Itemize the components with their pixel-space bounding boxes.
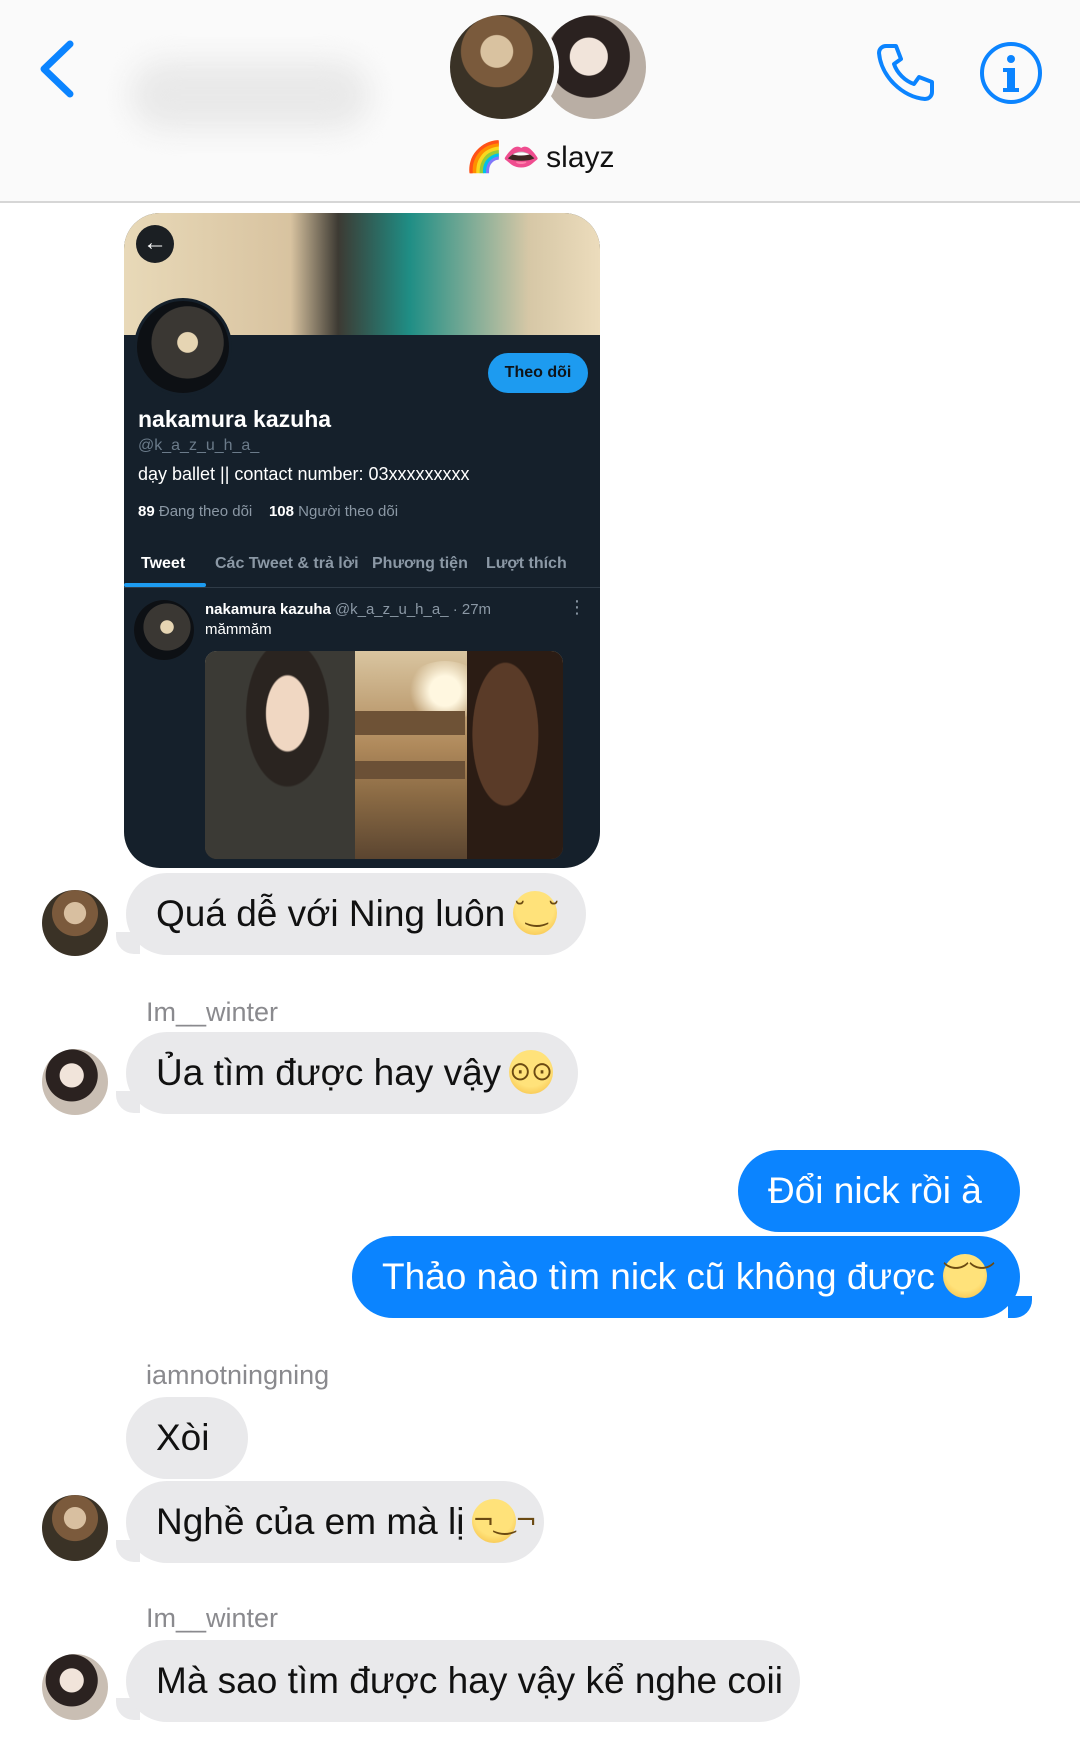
tab-tweet: Tweet [141, 555, 186, 572]
profile-avatar [134, 298, 232, 396]
member-avatar-ning [445, 10, 559, 124]
following-label: Đang theo dõi [158, 503, 253, 520]
shared-image-twitter-profile[interactable]: ← Theo dõi nakamura kazuha @k_a_z_u_h_a_… [124, 213, 600, 868]
avatar[interactable] [42, 1049, 108, 1115]
tab-media: Phương tiện [372, 555, 468, 572]
message-text: Ủa tìm được hay vậy [156, 1052, 502, 1093]
tweet-author: nakamura kazuha [205, 601, 331, 618]
tab-underline [124, 583, 206, 587]
followers-count: 108 [268, 503, 294, 520]
message-bubble[interactable]: Nghề của em mà lị ¬‿¬ [126, 1481, 544, 1563]
avatar[interactable] [42, 890, 108, 956]
profile-handle: @k_a_z_u_h_a_ [138, 437, 260, 454]
info-button[interactable] [978, 40, 1044, 106]
message-text: Thảo nào tìm nick cũ không được [382, 1256, 935, 1297]
message-bubble[interactable]: Xòi [126, 1397, 248, 1479]
profile-name: nakamura kazuha [138, 406, 332, 432]
avatar[interactable] [42, 1654, 108, 1720]
group-title[interactable]: 🌈👄 slayz [0, 140, 1080, 175]
group-name: slayz [546, 141, 615, 174]
photo-horse [467, 651, 563, 859]
profile-tabs: Tweet Các Tweet & trả lời Phương tiện Lư… [124, 543, 600, 588]
following-count: 89 [138, 503, 155, 520]
tweet-avatar [134, 600, 194, 660]
group-avatar[interactable] [445, 10, 651, 124]
tweet-header: nakamura kazuha @k_a_z_u_h_a_ · 27m [205, 601, 491, 618]
sender-name: Im__winter [146, 997, 279, 1027]
phone-icon [877, 44, 934, 101]
chevron-left-icon [40, 40, 74, 98]
group-title-emoji: 🌈👄 [465, 140, 541, 175]
call-button[interactable] [872, 40, 938, 106]
info-icon [980, 42, 1042, 104]
arrow-left-icon: ← [136, 225, 174, 263]
message-bubble[interactable]: Quá dễ với Ning luôn ˘‿˘ [126, 873, 586, 955]
more-vertical-icon: ⋮ [568, 597, 586, 617]
tab-tweets-replies: Các Tweet & trả lời [215, 555, 359, 572]
message-text: Đổi nick rồi à [768, 1170, 982, 1211]
sender-name: Im__winter [146, 1603, 279, 1633]
message-bubble[interactable]: Thảo nào tìm nick cũ không được ︶︶ [352, 1236, 1020, 1318]
message-text: Quá dễ với Ning luôn [156, 893, 506, 934]
message-bubble[interactable]: Đổi nick rồi à [738, 1150, 1020, 1232]
follow-button: Theo dõi [488, 353, 588, 393]
message-bubble[interactable]: Mà sao tìm được hay vậy kể nghe coii [126, 1640, 800, 1722]
tab-likes: Lượt thích [486, 555, 567, 572]
tweet-meta: @k_a_z_u_h_a_ · 27m [334, 601, 492, 618]
smirking-face-emoji: ¬‿¬ [472, 1499, 537, 1544]
tweet-photo [205, 651, 563, 859]
message-text: Mà sao tìm được hay vậy kể nghe coii [156, 1660, 783, 1701]
profile-stats: 89 Đang theo dõi 108 Người theo dõi [138, 503, 398, 520]
flushed-face-emoji: ⊙⊙ [509, 1050, 554, 1095]
relieved-face-emoji: ˘‿˘ [513, 891, 560, 936]
avatar[interactable] [42, 1495, 108, 1561]
profile-bio: dạy ballet || contact number: 03xxxxxxxx… [138, 464, 470, 484]
photo-person [205, 651, 355, 859]
pensive-face-emoji: ︶︶ [942, 1254, 995, 1299]
followers-label: Người theo dõi [298, 503, 399, 520]
tweet-text: mămmăm [205, 621, 272, 638]
message-text: Xòi [156, 1417, 210, 1458]
message-bubble[interactable]: Ủa tìm được hay vậy ⊙⊙ [126, 1032, 578, 1114]
back-button[interactable] [30, 36, 90, 102]
sender-name: iamnotningning [146, 1360, 330, 1390]
chat-header: 🌈👄 slayz [0, 0, 1080, 203]
message-text: Nghề của em mà lị [156, 1501, 465, 1542]
blurred-region [130, 60, 370, 130]
